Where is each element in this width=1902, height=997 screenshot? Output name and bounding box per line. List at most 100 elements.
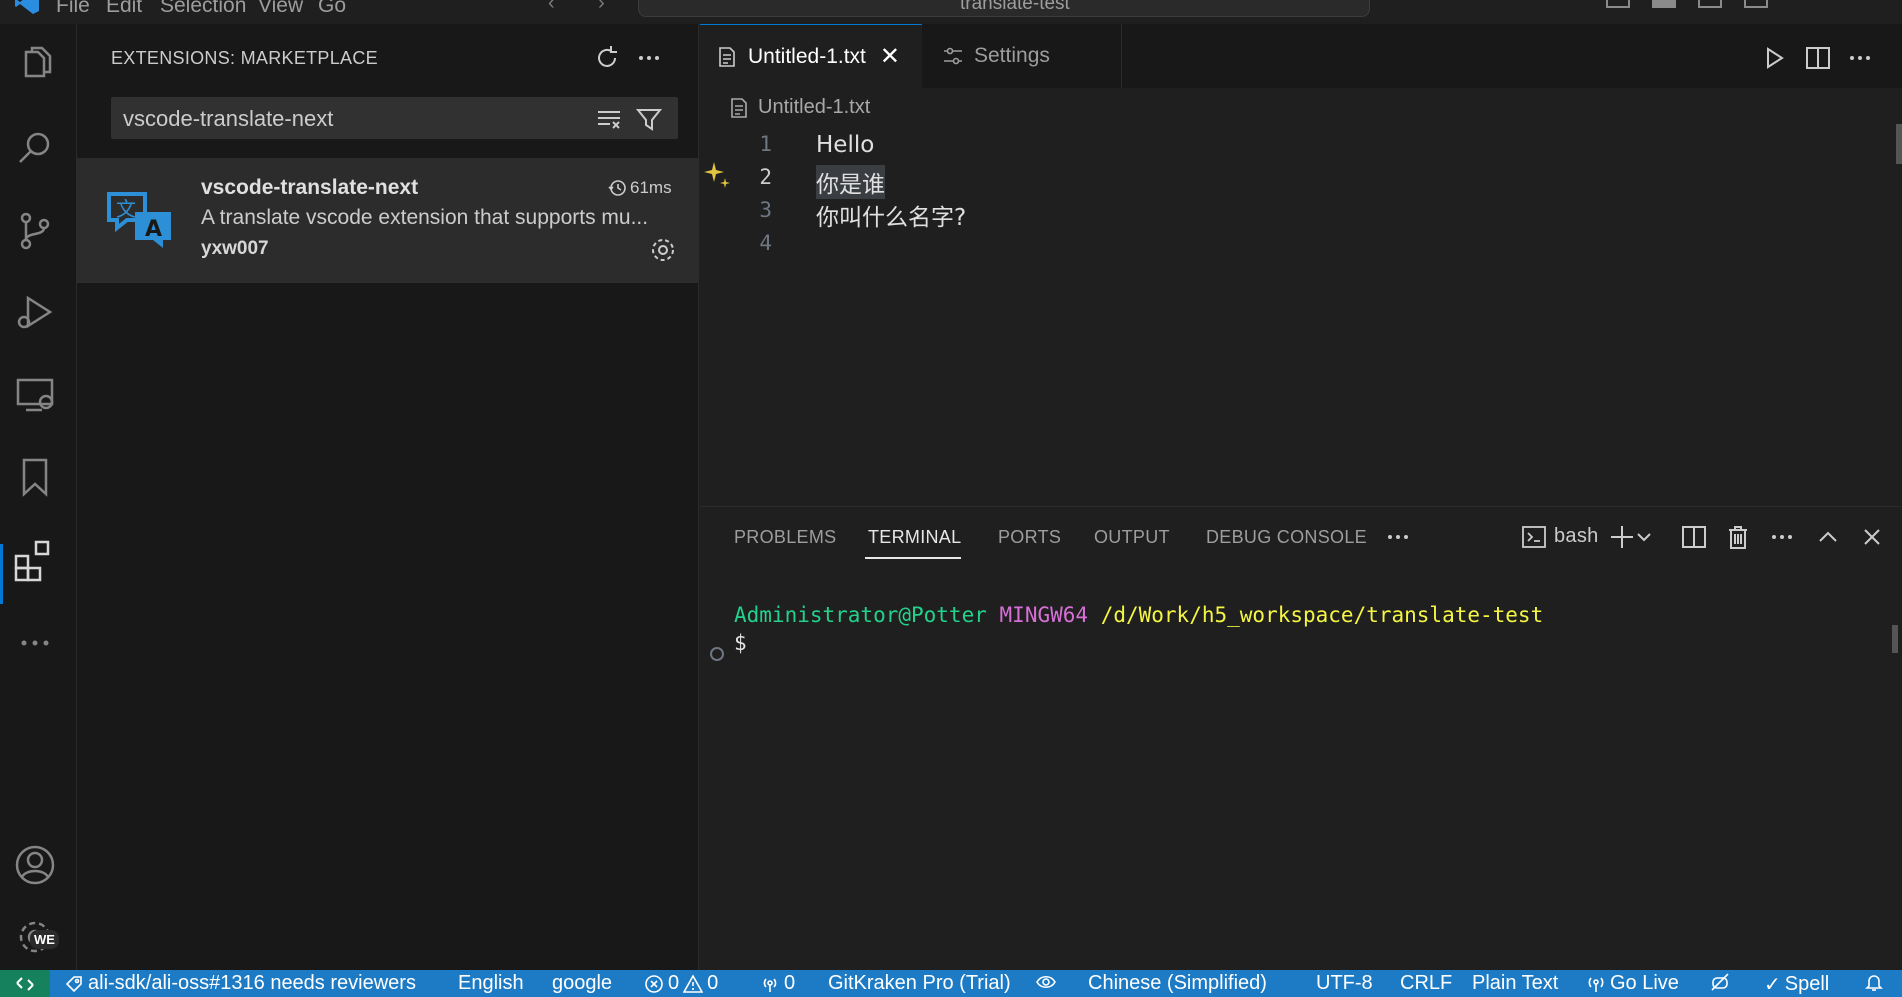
code-line[interactable]: 2 你是谁 [700,161,1860,199]
vscode-window: File Edit Selection View Go ‹ › translat… [0,0,1902,997]
tab-untitled-1[interactable]: Untitled-1.txt ✕ [700,24,922,88]
clear-results-icon[interactable] [595,105,623,133]
split-terminal-icon[interactable] [1680,523,1708,551]
remote-icon [16,976,34,991]
code-line[interactable]: 1 Hello [700,128,1860,161]
more-actions-icon[interactable] [635,44,663,72]
tab-label: Untitled-1.txt [748,44,866,68]
translate-engine-item[interactable]: google [552,972,612,995]
tab-terminal[interactable]: TERMINAL [868,527,961,548]
encoding-item[interactable]: UTF-8 [1316,972,1373,995]
error-icon [645,974,663,993]
broadcast-icon [763,977,777,992]
menu-edit[interactable]: Edit [106,0,142,18]
notifications-item[interactable] [1864,972,1884,992]
line-number: 2 [759,165,772,189]
warning-count: 0 [707,972,719,994]
breadcrumb-file: Untitled-1.txt [758,96,871,118]
new-terminal-plus-icon[interactable] [1608,523,1636,551]
filter-icon[interactable] [635,105,663,133]
remote-indicator[interactable] [0,970,50,997]
spell-item[interactable]: ✓ Spell [1764,972,1829,997]
eol-item[interactable]: CRLF [1400,972,1452,995]
encoding-text: UTF-8 [1316,972,1373,994]
command-decoration-icon[interactable] [710,647,724,661]
terminal-shell-name[interactable]: bash [1554,525,1599,548]
extension-search-input[interactable]: vscode-translate-next [111,97,678,139]
maximize-panel-chevron-up-icon[interactable] [1814,523,1842,551]
remote-explorer-icon[interactable] [12,372,58,418]
close-tab-icon[interactable]: ✕ [880,42,900,71]
panel-more-tabs-icon[interactable] [1384,523,1412,551]
extension-search-value: vscode-translate-next [123,106,334,131]
customize-layout-icon[interactable] [1744,0,1768,8]
search-icon[interactable] [12,126,58,172]
ports-item[interactable]: 0 [760,972,795,995]
menu-selection[interactable]: Selection [160,0,246,18]
tab-output[interactable]: OUTPUT [1094,527,1170,548]
editor-more-icon[interactable] [1846,44,1874,72]
copilot-item[interactable] [1710,972,1730,992]
go-live-item[interactable]: Go Live [1586,972,1679,995]
status-bar: ali-sdk/ali-oss#1316 needs reviewers Eng… [0,970,1902,997]
command-center-text: translate-test [960,0,1070,14]
preview-item[interactable] [1036,972,1056,992]
run-debug-icon[interactable] [12,290,58,336]
source-language-item[interactable]: English [458,972,524,995]
language-mode-item[interactable]: Plain Text [1472,972,1558,995]
chevron-down-icon[interactable] [1634,523,1654,551]
sidebar-layout-icon[interactable] [1698,0,1722,8]
target-language-item[interactable]: Chinese (Simplified) [1088,972,1267,995]
menu-view[interactable]: View [258,0,303,18]
history-icon [608,180,626,196]
back-arrow-icon[interactable]: ‹ [548,0,555,15]
extension-gear-icon[interactable] [649,236,677,264]
tab-debug-console[interactable]: DEBUG CONSOLE [1206,527,1367,548]
menu-go[interactable]: Go [318,0,346,18]
forward-arrow-icon[interactable]: › [598,0,605,15]
tab-problems[interactable]: PROBLEMS [734,527,836,548]
more-views-icon[interactable] [12,620,58,666]
layout-icon[interactable] [1606,0,1630,8]
line-text: Hello [816,132,875,158]
bookmarks-icon[interactable] [12,454,58,500]
terminal-prompt-line[interactable]: Administrator@Potter MINGW64 /d/Work/h5_… [734,603,1543,627]
editor-scrollbar[interactable] [1896,124,1902,164]
language-mode-text: Plain Text [1472,972,1559,994]
kill-terminal-trash-icon[interactable] [1724,523,1752,551]
panel-more-actions-icon[interactable] [1768,523,1796,551]
svg-text:A: A [145,217,162,242]
problems-item[interactable]: 0 0 [644,972,718,995]
source-control-icon[interactable] [12,208,58,254]
editor-area: Untitled-1.txt ✕ Settings Untitled-1.txt… [700,24,1902,506]
close-panel-icon[interactable] [1858,523,1886,551]
tab-ports[interactable]: PORTS [998,527,1061,548]
pr-status-item[interactable]: ali-sdk/ali-oss#1316 needs reviewers [64,972,416,995]
translate-extension-logo: 文 A [107,192,171,248]
active-tab-underline [865,557,961,559]
refresh-icon[interactable] [593,44,621,72]
gitkraken-item[interactable]: GitKraken Pro (Trial) [828,972,1011,995]
code-line[interactable]: 3 你叫什么名字? [700,194,1860,231]
vscode-logo-icon [15,0,39,14]
terminal-input-line[interactable]: $ [734,631,747,655]
extensions-icon[interactable] [12,536,58,582]
activity-bar: WE [0,24,77,970]
extension-author: yxw007 [201,238,269,259]
accounts-icon[interactable] [12,842,58,888]
split-editor-icon[interactable] [1804,44,1832,72]
warning-icon [683,973,704,993]
breadcrumb[interactable]: Untitled-1.txt [728,96,870,119]
tab-settings[interactable]: Settings [922,24,1122,88]
tag-icon [65,975,82,992]
run-icon[interactable] [1760,44,1788,72]
extension-list-item[interactable]: 文 A vscode-translate-next 61ms A transla… [77,158,699,283]
menu-file[interactable]: File [56,0,90,18]
terminal-shell-icon [1522,526,1546,548]
terminal-scrollbar[interactable] [1892,625,1898,653]
code-line[interactable]: 4 [700,227,1860,260]
extension-name: vscode-translate-next [201,176,419,199]
panel-layout-icon[interactable] [1652,0,1676,8]
eye-icon [1036,975,1056,989]
explorer-icon[interactable] [12,42,58,88]
